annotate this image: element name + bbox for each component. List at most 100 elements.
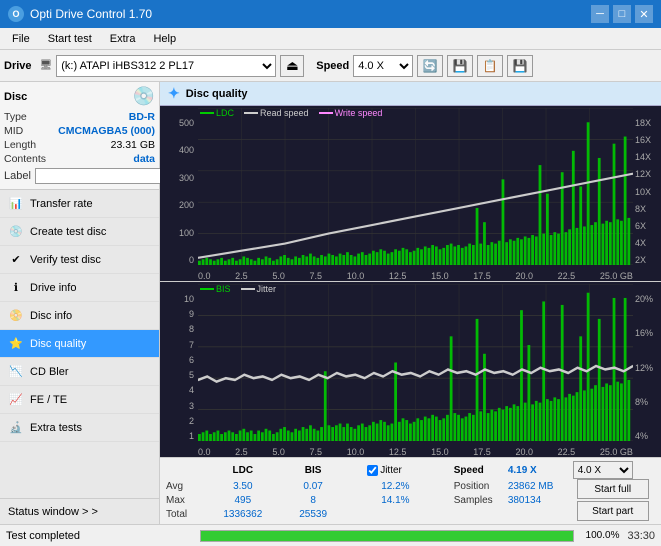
legend-jitter: Jitter (241, 284, 277, 294)
progress-container (200, 530, 574, 542)
chart2-svg (198, 284, 633, 441)
samples-value: 380134 (508, 493, 573, 507)
type-value: BD-R (129, 111, 155, 123)
max-ldc: 495 (205, 493, 281, 507)
legend-ldc: LDC (200, 108, 234, 118)
position-value: 23862 MB (508, 479, 573, 493)
mid-label: MID (4, 125, 23, 137)
max-label: Max (166, 493, 205, 507)
content-title: Disc quality (186, 88, 248, 100)
nav-item-transfer-rate[interactable]: 📊 Transfer rate (0, 190, 159, 218)
app-title: Opti Drive Control 1.70 (30, 7, 152, 21)
stats-section: LDC BIS Jitter Speed 4.19 X 4.0 X (160, 457, 661, 524)
cd-bler-icon: 📉 (8, 364, 24, 380)
nav-item-create-test-disc[interactable]: 💿 Create test disc (0, 218, 159, 246)
chart1-y-left: 500 400 300 200 100 0 (160, 118, 196, 265)
nav-item-disc-info[interactable]: 📀 Disc info (0, 302, 159, 330)
drive-info-icon: ℹ (8, 280, 24, 296)
progress-bar (201, 531, 573, 541)
progress-text: 100.0% (586, 530, 620, 541)
time-text: 33:30 (627, 530, 655, 542)
stats-ldc-header: LDC (205, 461, 281, 479)
jitter-checkbox-label[interactable]: Jitter (367, 465, 454, 476)
speed-select[interactable]: 4.0 X (353, 55, 413, 77)
stats-bis-header: BIS (281, 461, 346, 479)
total-bis: 25539 (281, 507, 346, 521)
sidebar: Disc 💿 Type BD-R MID CMCMAGBA5 (000) Len… (0, 82, 160, 524)
length-label: Length (4, 139, 36, 151)
app-icon: O (8, 6, 24, 22)
jitter-checkbox[interactable] (367, 465, 378, 476)
close-button[interactable]: ✕ (635, 5, 653, 23)
verify-test-disc-icon: ✔ (8, 252, 24, 268)
chart2: BIS Jitter 10987654321 20%16%12%8%4% (160, 282, 661, 457)
nav-item-drive-info[interactable]: ℹ Drive info (0, 274, 159, 302)
legend-readspeed: Read speed (244, 108, 309, 118)
mid-value: CMCMAGBA5 (000) (58, 125, 155, 137)
content-area: ✦ Disc quality LDC Read speed (160, 82, 661, 524)
extra-tests-icon: 🔬 (8, 420, 24, 436)
menu-start-test[interactable]: Start test (40, 31, 100, 47)
chart1: LDC Read speed Write speed 500 400 30 (160, 106, 661, 282)
create-test-disc-icon: 💿 (8, 224, 24, 240)
speed-stat-label: Speed (454, 461, 508, 479)
max-bis: 8 (281, 493, 346, 507)
nav-item-fe-te[interactable]: 📈 FE / TE (0, 386, 159, 414)
avg-ldc: 3.50 (205, 479, 281, 493)
title-bar: O Opti Drive Control 1.70 ─ □ ✕ (0, 0, 661, 28)
chart1-x-axis: 0.02.55.07.510.012.515.017.520.022.525.0… (198, 271, 633, 281)
nav-item-cd-bler[interactable]: 📉 CD Bler (0, 358, 159, 386)
legend-bis: BIS (200, 284, 231, 294)
disc-panel-icon: 💿 (133, 86, 155, 107)
speed-dropdown[interactable]: 4.0 X (573, 461, 633, 479)
nav-item-disc-quality[interactable]: ⭐ Disc quality (0, 330, 159, 358)
menu-help[interactable]: Help (145, 31, 184, 47)
drive-bar: Drive 🖥 (k:) ATAPI iHBS312 2 PL17 ⏏ Spee… (0, 50, 661, 82)
length-value: 23.31 GB (111, 139, 155, 151)
toolbar-btn-4[interactable]: 💾 (507, 55, 533, 77)
chart2-y-left: 10987654321 (160, 294, 196, 441)
start-buttons: Start full Start part (577, 479, 655, 521)
chart1-svg (198, 108, 633, 265)
menu-extra[interactable]: Extra (102, 31, 144, 47)
position-label: Position (454, 479, 508, 493)
toolbar-btn-3[interactable]: 📋 (477, 55, 503, 77)
start-part-button[interactable]: Start part (577, 501, 649, 521)
toolbar-btn-2[interactable]: 💾 (447, 55, 473, 77)
maximize-button[interactable]: □ (613, 5, 631, 23)
status-text: Test completed (6, 530, 192, 542)
total-label: Total (166, 507, 205, 521)
start-full-button[interactable]: Start full (577, 479, 649, 499)
content-header-icon: ✦ (168, 85, 180, 102)
eject-button[interactable]: ⏏ (280, 55, 304, 77)
status-bar: Test completed 100.0% 33:30 (0, 524, 661, 546)
toolbar-btn-1[interactable]: 🔄 (417, 55, 443, 77)
status-window-label: Status window > > (8, 506, 98, 518)
content-header: ✦ Disc quality (160, 82, 661, 106)
status-window-button[interactable]: Status window > > (0, 498, 159, 524)
speed-label: Speed (316, 60, 349, 72)
label-input[interactable] (35, 168, 173, 184)
samples-label: Samples (454, 493, 508, 507)
disc-panel-title: Disc (4, 91, 27, 103)
menu-bar: File Start test Extra Help (0, 28, 661, 50)
drive-select[interactable]: (k:) ATAPI iHBS312 2 PL17 (56, 55, 276, 77)
total-ldc: 1336362 (205, 507, 281, 521)
disc-quality-icon: ⭐ (8, 336, 24, 352)
label-label: Label (4, 170, 31, 182)
chart1-legend: LDC Read speed Write speed (200, 108, 382, 118)
speed-stat-value: 4.19 X (508, 461, 573, 479)
minimize-button[interactable]: ─ (591, 5, 609, 23)
menu-file[interactable]: File (4, 31, 38, 47)
nav-items: 📊 Transfer rate 💿 Create test disc ✔ Ver… (0, 190, 159, 498)
stats-table: LDC BIS Jitter Speed 4.19 X 4.0 X (166, 461, 655, 521)
drive-label: Drive (4, 60, 32, 72)
chart2-legend: BIS Jitter (200, 284, 276, 294)
chart2-x-axis: 0.02.55.07.510.012.515.017.520.022.525.0… (198, 447, 633, 457)
type-label: Type (4, 111, 27, 123)
avg-bis: 0.07 (281, 479, 346, 493)
nav-item-verify-test-disc[interactable]: ✔ Verify test disc (0, 246, 159, 274)
chart2-y-right: 20%16%12%8%4% (633, 294, 661, 441)
charts-area: LDC Read speed Write speed 500 400 30 (160, 106, 661, 457)
nav-item-extra-tests[interactable]: 🔬 Extra tests (0, 414, 159, 442)
